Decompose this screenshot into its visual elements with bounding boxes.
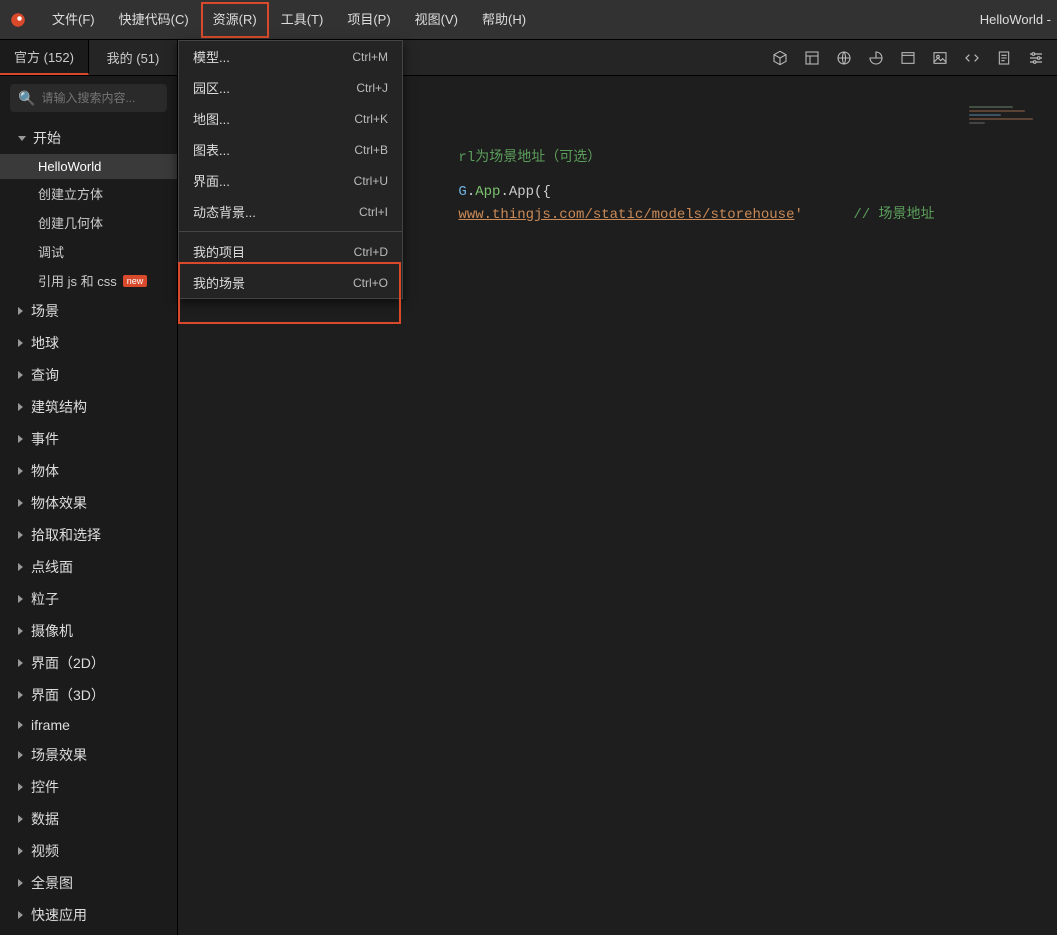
dropdown-item-shortcut: Ctrl+U (354, 174, 388, 188)
dropdown-item-label: 界面... (193, 171, 230, 190)
menubar: 文件(F) 快捷代码(C) 资源(R) 工具(T) 项目(P) 视图(V) 帮助… (0, 0, 1057, 40)
dropdown-separator (179, 231, 402, 232)
code-comment: // 场景地址 (853, 207, 934, 223)
tree-group[interactable]: 拾取和选择 (0, 519, 177, 551)
tree-group[interactable]: 地球 (0, 327, 177, 359)
new-badge: new (123, 275, 148, 287)
tree-group[interactable]: 物体效果 (0, 487, 177, 519)
tree-leaf-label: 引用 js 和 css (38, 271, 117, 290)
search-box: 🔍 (10, 84, 167, 112)
globe-icon[interactable] (835, 49, 853, 67)
menu-view[interactable]: 视图(V) (403, 0, 470, 40)
dropdown-item-shortcut: Ctrl+J (356, 81, 388, 95)
code-url: www.thingjs.com/static/models/storehouse (458, 207, 794, 223)
dropdown-item-shortcut: Ctrl+B (354, 143, 388, 157)
tree-group[interactable]: 界面（2D） (0, 647, 177, 679)
layout-icon[interactable] (803, 49, 821, 67)
tree-group[interactable]: iframe (0, 711, 177, 739)
tree-leaf-helloworld[interactable]: HelloWorld (0, 154, 177, 179)
toolbar-right (771, 40, 1057, 75)
tree-leaf[interactable]: 创建立方体 (0, 179, 177, 208)
sidebar: 🔍 开始 HelloWorld 创建立方体 创建几何体 调试 引用 js 和 c… (0, 76, 178, 935)
dropdown-item[interactable]: 我的场景 Ctrl+O (179, 267, 402, 298)
dropdown-item-label: 图表... (193, 140, 230, 159)
dropdown-item-shortcut: Ctrl+O (353, 276, 388, 290)
tree-group[interactable]: 数据 (0, 803, 177, 835)
cube-icon[interactable] (771, 49, 789, 67)
resource-dropdown: 模型... Ctrl+M 园区... Ctrl+J 地图... Ctrl+K 图表... Ct… (178, 40, 403, 299)
menu-help[interactable]: 帮助(H) (470, 0, 538, 40)
search-input[interactable] (41, 91, 178, 105)
code-icon[interactable] (963, 49, 981, 67)
side-tabs: 官方 (152) 我的 (51) (0, 40, 178, 75)
dropdown-item[interactable]: 地图... Ctrl+K (179, 103, 402, 134)
tree-group[interactable]: 粒子 (0, 583, 177, 615)
dropdown-item-shortcut: Ctrl+I (359, 205, 388, 219)
dropdown-item[interactable]: 界面... Ctrl+U (179, 165, 402, 196)
dropdown-item-label: 模型... (193, 47, 230, 66)
settings-icon[interactable] (1027, 49, 1045, 67)
dropdown-item[interactable]: 我的项目 Ctrl+D (179, 236, 402, 267)
tree-group-start[interactable]: 开始 (0, 122, 177, 154)
tree: 开始 HelloWorld 创建立方体 创建几何体 调试 引用 js 和 css… (0, 118, 177, 935)
tree-group[interactable]: 事件 (0, 423, 177, 455)
menu-tools[interactable]: 工具(T) (269, 0, 336, 40)
tab-mine[interactable]: 我的 (51) (89, 40, 177, 75)
dropdown-item-label: 动态背景... (193, 202, 256, 221)
tree-leaf[interactable]: 创建几何体 (0, 208, 177, 237)
tree-group[interactable]: 界面（3D） (0, 679, 177, 711)
dropdown-item[interactable]: 模型... Ctrl+M (179, 41, 402, 72)
tree-group[interactable]: 控件 (0, 771, 177, 803)
tree-group[interactable]: 建筑结构 (0, 391, 177, 423)
doc-icon[interactable] (995, 49, 1013, 67)
tree-group[interactable]: 场景 (0, 295, 177, 327)
dropdown-item-label: 我的项目 (193, 242, 245, 261)
dropdown-item-label: 园区... (193, 78, 230, 97)
dropdown-item[interactable]: 图表... Ctrl+B (179, 134, 402, 165)
dropdown-item-shortcut: Ctrl+K (354, 112, 388, 126)
tree-leaf[interactable]: 调试 (0, 237, 177, 266)
tree-group[interactable]: 综合 (0, 931, 177, 935)
secondary-bar: 官方 (152) 我的 (51) (0, 40, 1057, 76)
menu-resource[interactable]: 资源(R) (201, 2, 269, 38)
code-text: rl为场景地址（可选） (458, 150, 601, 166)
tree-leaf[interactable]: 引用 js 和 css new (0, 266, 177, 295)
menu-project[interactable]: 项目(P) (335, 0, 402, 40)
dropdown-item-label: 地图... (193, 109, 230, 128)
menu-quickcode[interactable]: 快捷代码(C) (107, 0, 201, 40)
tree-group[interactable]: 视频 (0, 835, 177, 867)
dropdown-item-shortcut: Ctrl+D (354, 245, 388, 259)
menu-items: 文件(F) 快捷代码(C) 资源(R) 工具(T) 项目(P) 视图(V) 帮助… (40, 0, 538, 40)
dropdown-item[interactable]: 动态背景... Ctrl+I (179, 196, 402, 227)
tree-group[interactable]: 快速应用 (0, 899, 177, 931)
minimap[interactable] (969, 106, 1049, 146)
pie-icon[interactable] (867, 49, 885, 67)
dropdown-item[interactable]: 园区... Ctrl+J (179, 72, 402, 103)
window-icon[interactable] (899, 49, 917, 67)
app-logo (8, 10, 28, 30)
tree-group[interactable]: 物体 (0, 455, 177, 487)
search-icon: 🔍 (18, 90, 35, 107)
dropdown-item-label: 我的场景 (193, 273, 245, 292)
tree-group[interactable]: 查询 (0, 359, 177, 391)
dropdown-item-shortcut: Ctrl+M (352, 50, 388, 64)
main: 🔍 开始 HelloWorld 创建立方体 创建几何体 调试 引用 js 和 c… (0, 76, 1057, 935)
tree-group[interactable]: 点线面 (0, 551, 177, 583)
image-icon[interactable] (931, 49, 949, 67)
tree-group[interactable]: 场景效果 (0, 739, 177, 771)
tab-official[interactable]: 官方 (152) (0, 40, 89, 75)
tree-group[interactable]: 全景图 (0, 867, 177, 899)
code-text: ' (794, 207, 802, 223)
window-title: HelloWorld - (980, 12, 1051, 27)
menu-file[interactable]: 文件(F) (40, 0, 107, 40)
tree-group[interactable]: 摄像机 (0, 615, 177, 647)
